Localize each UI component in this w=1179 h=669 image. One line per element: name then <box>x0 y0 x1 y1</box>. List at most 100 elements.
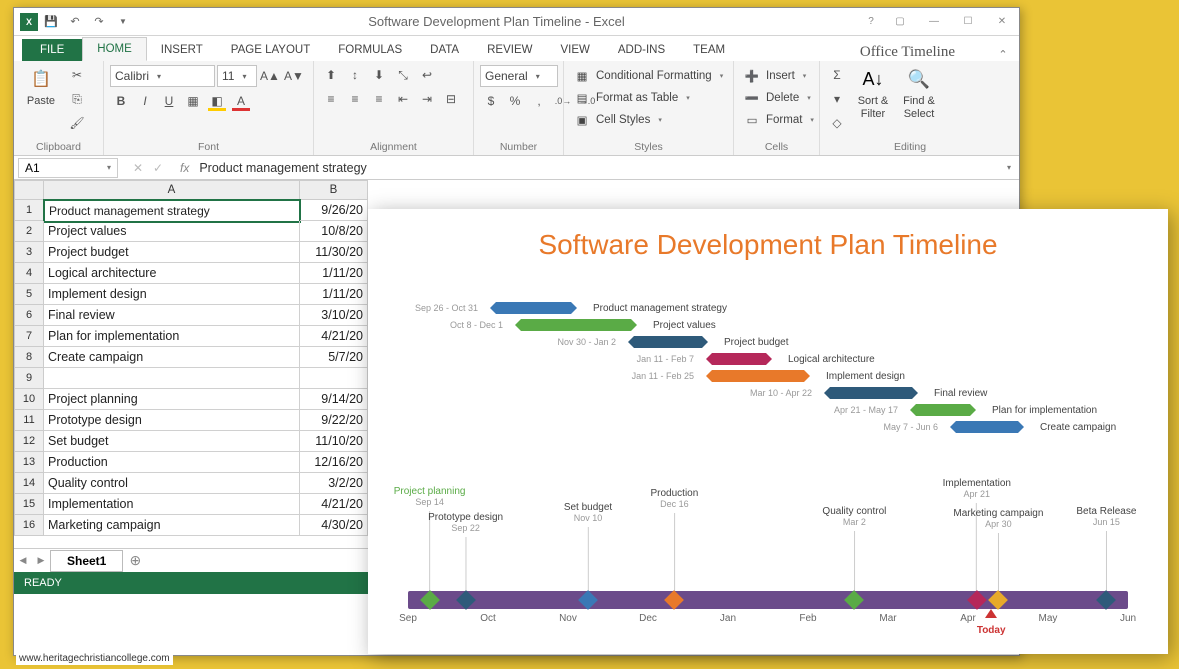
font-size-select[interactable]: 11▾ <box>217 65 257 87</box>
row-header[interactable]: 9 <box>14 368 44 389</box>
cell[interactable]: Project budget <box>44 242 300 263</box>
cell[interactable]: 5/7/20 <box>300 347 368 368</box>
cell[interactable]: Project planning <box>44 389 300 410</box>
cell[interactable]: Plan for implementation <box>44 326 300 347</box>
insert-cells-button[interactable]: ➕Insert▾ <box>740 65 810 87</box>
cell[interactable]: 3/2/20 <box>300 473 368 494</box>
number-format-select[interactable]: General▾ <box>480 65 558 87</box>
cell[interactable]: 3/10/20 <box>300 305 368 326</box>
row-header[interactable]: 5 <box>14 284 44 305</box>
comma-icon[interactable]: , <box>528 91 550 111</box>
cell[interactable]: Project values <box>44 221 300 242</box>
autosum-icon[interactable]: Σ <box>826 65 848 85</box>
tab-home[interactable]: HOME <box>82 37 147 61</box>
align-bottom-icon[interactable]: ⬇ <box>368 65 390 85</box>
cell[interactable]: 4/21/20 <box>300 494 368 515</box>
cut-icon[interactable]: ✂ <box>66 65 88 85</box>
row-header[interactable]: 16 <box>14 515 44 536</box>
format-cells-button[interactable]: ▭Format▾ <box>740 109 818 131</box>
border-icon[interactable]: ▦ <box>182 91 204 111</box>
help-icon[interactable]: ? <box>859 11 883 33</box>
percent-icon[interactable]: % <box>504 91 526 111</box>
row-header[interactable]: 12 <box>14 431 44 452</box>
shrink-font-icon[interactable]: A▼ <box>283 66 305 86</box>
merge-icon[interactable]: ⊟ <box>440 89 462 109</box>
cell[interactable]: Prototype design <box>44 410 300 431</box>
office-timeline-label[interactable]: Office Timeline <box>860 44 995 61</box>
sheet-nav-prev-icon[interactable]: ◀ <box>14 555 32 566</box>
tab-data[interactable]: DATA <box>416 39 473 61</box>
row-header[interactable]: 1 <box>14 200 44 221</box>
align-top-icon[interactable]: ⬆ <box>320 65 342 85</box>
cell[interactable]: 1/11/20 <box>300 263 368 284</box>
row-header[interactable]: 4 <box>14 263 44 284</box>
formula-input[interactable]: Product management strategy <box>195 161 1003 175</box>
tab-insert[interactable]: INSERT <box>147 39 217 61</box>
cell[interactable]: 9/14/20 <box>300 389 368 410</box>
decrease-indent-icon[interactable]: ⇤ <box>392 89 414 109</box>
name-box[interactable]: A1▾ <box>18 158 118 178</box>
font-name-select[interactable]: Calibri▾ <box>110 65 215 87</box>
currency-icon[interactable]: $ <box>480 91 502 111</box>
new-sheet-icon[interactable]: ⊕ <box>123 552 147 569</box>
column-header-a[interactable]: A <box>44 180 300 200</box>
align-right-icon[interactable]: ≡ <box>368 89 390 109</box>
cell[interactable]: 4/30/20 <box>300 515 368 536</box>
cell[interactable]: 9/26/20 <box>300 200 368 221</box>
formula-expand-icon[interactable]: ▾ <box>1003 163 1019 172</box>
cell[interactable]: Final review <box>44 305 300 326</box>
enter-formula-icon[interactable]: ✓ <box>148 161 168 175</box>
tab-view[interactable]: VIEW <box>546 39 603 61</box>
maximize-icon[interactable]: ☐ <box>951 11 985 33</box>
row-header[interactable]: 2 <box>14 221 44 242</box>
cell[interactable]: 12/16/20 <box>300 452 368 473</box>
cell[interactable] <box>300 368 368 389</box>
cell[interactable]: 11/10/20 <box>300 431 368 452</box>
close-icon[interactable]: ✕ <box>985 11 1019 33</box>
tab-file[interactable]: FILE <box>22 39 82 61</box>
row-header[interactable]: 14 <box>14 473 44 494</box>
undo-icon[interactable]: ↶ <box>64 11 86 33</box>
row-header[interactable]: 6 <box>14 305 44 326</box>
row-header[interactable]: 10 <box>14 389 44 410</box>
orientation-icon[interactable]: ⤡ <box>392 65 414 85</box>
save-icon[interactable]: 💾 <box>40 11 62 33</box>
cell[interactable]: Set budget <box>44 431 300 452</box>
italic-button[interactable]: I <box>134 91 156 111</box>
row-header[interactable]: 15 <box>14 494 44 515</box>
conditional-formatting-button[interactable]: ▦Conditional Formatting▾ <box>570 65 727 87</box>
underline-button[interactable]: U <box>158 91 180 111</box>
qat-customize-icon[interactable]: ▼ <box>112 11 134 33</box>
row-header[interactable]: 11 <box>14 410 44 431</box>
row-header[interactable]: 13 <box>14 452 44 473</box>
cell[interactable]: Production <box>44 452 300 473</box>
tab-page-layout[interactable]: PAGE LAYOUT <box>217 39 324 61</box>
cell[interactable]: Implementation <box>44 494 300 515</box>
cell[interactable]: 10/8/20 <box>300 221 368 242</box>
ribbon-display-icon[interactable]: ▢ <box>883 11 917 33</box>
sheet-tab[interactable]: Sheet1 <box>50 550 123 572</box>
align-left-icon[interactable]: ≡ <box>320 89 342 109</box>
row-header[interactable]: 8 <box>14 347 44 368</box>
grow-font-icon[interactable]: A▲ <box>259 66 281 86</box>
format-as-table-button[interactable]: ▤Format as Table▾ <box>570 87 694 109</box>
sheet-nav-next-icon[interactable]: ▶ <box>32 555 50 566</box>
cell[interactable]: Marketing campaign <box>44 515 300 536</box>
tab-team[interactable]: TEAM <box>679 39 739 61</box>
cell-styles-button[interactable]: ▣Cell Styles▾ <box>570 109 666 131</box>
cancel-formula-icon[interactable]: ✕ <box>128 161 148 175</box>
cell[interactable]: 1/11/20 <box>300 284 368 305</box>
fx-icon[interactable]: fx <box>174 161 195 175</box>
redo-icon[interactable]: ↷ <box>88 11 110 33</box>
wrap-text-icon[interactable]: ↩ <box>416 65 438 85</box>
cell[interactable]: 9/22/20 <box>300 410 368 431</box>
bold-button[interactable]: B <box>110 91 132 111</box>
tab-addins[interactable]: ADD-INS <box>604 39 679 61</box>
row-header[interactable]: 7 <box>14 326 44 347</box>
minimize-icon[interactable]: — <box>917 11 951 33</box>
collapse-ribbon-icon[interactable]: ⌃ <box>995 48 1019 61</box>
copy-icon[interactable]: ⎘ <box>66 89 88 109</box>
format-painter-icon[interactable]: 🖌 <box>66 113 88 133</box>
cell[interactable] <box>44 368 300 389</box>
cell[interactable]: Quality control <box>44 473 300 494</box>
